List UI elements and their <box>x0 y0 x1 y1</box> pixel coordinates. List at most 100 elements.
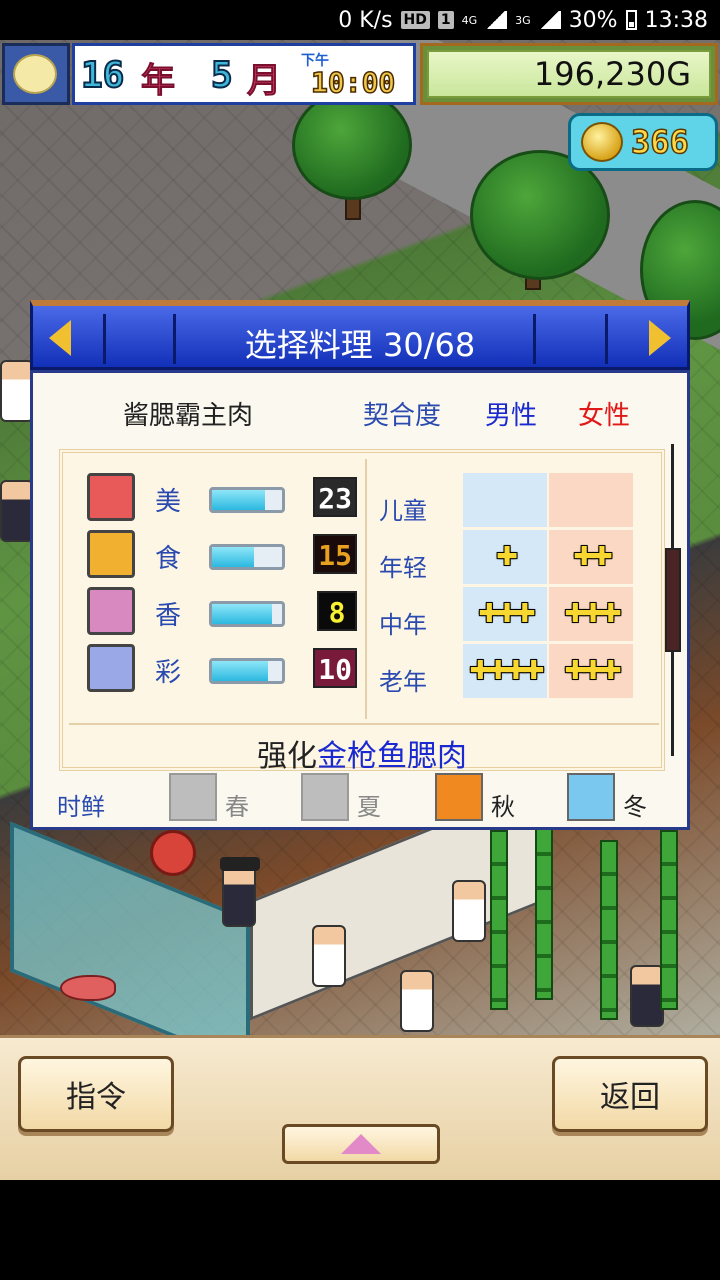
coin-icon <box>581 122 623 162</box>
bottom-bar: 指令 返回 <box>0 1035 720 1180</box>
medal-counter[interactable]: 366 <box>568 113 718 171</box>
female-rating-young: ✚✚ <box>549 530 633 584</box>
season-name: 夏 <box>357 793 381 821</box>
stat-value: 15 <box>313 534 357 574</box>
male-rating-child <box>463 473 547 527</box>
dialog-title: 选择料理 30/68 <box>244 326 476 364</box>
color-sparkle-icon <box>87 644 135 692</box>
year-number: 16 <box>80 54 125 97</box>
customer-sprite[interactable] <box>0 360 34 422</box>
male-rating-elder: ✚✚✚✚ <box>463 644 547 698</box>
stat-bar <box>209 658 285 684</box>
bamboo <box>600 840 618 1020</box>
female-column-label: 女性 <box>578 401 631 431</box>
chef-sprite[interactable] <box>452 880 486 942</box>
age-label-young: 年轻 <box>379 554 427 582</box>
stat-value: 10 <box>313 648 357 688</box>
maple-leaf-icon <box>435 773 483 821</box>
net-4g-label: 4G <box>461 13 478 27</box>
stat-label: 香 <box>155 601 182 631</box>
female-rating-child <box>549 473 633 527</box>
moon-icon <box>13 54 57 94</box>
fish-sprite <box>60 975 116 1001</box>
calendar-panel: 16 年 5 月 下午 10:00 <box>72 43 416 105</box>
up-arrow-icon <box>341 1134 381 1154</box>
season-name: 冬 <box>623 793 647 821</box>
customer-sprite[interactable] <box>220 857 260 927</box>
summer-cloud-icon <box>301 773 349 821</box>
season-spring: 春 <box>169 773 289 825</box>
stat-value: 23 <box>313 477 357 517</box>
season-autumn: 秋 <box>435 773 555 825</box>
stat-row-aroma: 香 8 <box>87 587 357 637</box>
time-of-day-indicator <box>2 43 70 105</box>
female-rating-middle: ✚✚✚ <box>549 587 633 641</box>
money-value: 196,230G <box>427 50 711 98</box>
lantern <box>150 830 196 876</box>
stat-row-color: 彩 10 <box>87 644 357 694</box>
enhance-prefix: 强化 <box>257 739 317 774</box>
customer-sprite[interactable] <box>0 480 34 542</box>
male-rating-young: ✚ <box>463 530 547 584</box>
month-unit: 月 <box>247 61 282 102</box>
coin-value: 366 <box>630 122 689 162</box>
season-name: 春 <box>225 793 249 821</box>
year-unit: 年 <box>141 61 176 102</box>
taste-icon <box>87 530 135 578</box>
dialog-header: 选择料理 30/68 <box>30 300 690 370</box>
game-clock: 10:00 <box>310 65 396 100</box>
fish-tank <box>10 821 250 1035</box>
male-column-label: 男性 <box>485 401 538 431</box>
stat-bar <box>209 487 285 513</box>
game-screen: 0 K/s HD 1 4G 3G 30% 13:38 16 年 5 月 下午 1… <box>0 0 720 1280</box>
customer-sprite[interactable] <box>312 925 346 987</box>
bamboo <box>490 830 508 1010</box>
staff-sprite[interactable] <box>630 965 664 1027</box>
navigation-area <box>0 1180 720 1280</box>
back-button[interactable]: 返回 <box>552 1056 708 1132</box>
in-season-label: 时鲜 <box>57 793 105 821</box>
snowflake-icon <box>567 773 615 821</box>
season-row: 时鲜 春 夏 秋 冬 <box>53 773 673 829</box>
age-label-elder: 老年 <box>379 668 427 696</box>
enhance-text: 强化金枪鱼腮肉 <box>63 731 661 775</box>
stat-bar <box>209 601 285 627</box>
season-summer: 夏 <box>301 773 421 825</box>
beauty-icon <box>87 473 135 521</box>
male-rating-middle: ✚✚✚ <box>463 587 547 641</box>
dialog-scrollbar[interactable] <box>665 444 681 756</box>
bamboo <box>535 820 553 1000</box>
stat-value: 8 <box>317 591 357 631</box>
signal-icon <box>485 11 508 29</box>
battery-icon <box>625 10 637 30</box>
month-number: 5 <box>210 54 234 97</box>
stat-label: 彩 <box>155 658 182 688</box>
money-panel: 196,230G <box>420 43 718 105</box>
enhance-ingredient: 金枪鱼腮肉 <box>317 739 467 774</box>
status-bar: 0 K/s HD 1 4G 3G 30% 13:38 <box>0 0 720 40</box>
dish-name: 酱腮霸主肉 <box>123 401 254 431</box>
age-label-child: 儿童 <box>379 497 427 525</box>
tree <box>292 90 412 200</box>
female-rating-elder: ✚✚✚ <box>549 644 633 698</box>
dish-stats-panel: 美 23 食 15 香 8 彩 10 儿童 年轻 ✚ ✚✚ 中年 ✚✚✚ ✚✚✚… <box>59 449 665 774</box>
signal-icon <box>538 11 561 29</box>
stat-row-taste: 食 15 <box>87 530 357 580</box>
compatibility-label: 契合度 <box>363 401 442 431</box>
customer-sprite[interactable] <box>400 970 434 1032</box>
scroll-thumb[interactable] <box>665 548 681 652</box>
spring-flower-icon <box>169 773 217 821</box>
season-winter: 冬 <box>567 773 687 825</box>
next-dish-arrow-icon[interactable] <box>649 320 671 356</box>
stat-bar <box>209 544 285 570</box>
bamboo <box>660 830 678 1010</box>
stat-label: 食 <box>155 544 182 574</box>
expand-menu-button[interactable] <box>282 1124 440 1164</box>
command-button[interactable]: 指令 <box>18 1056 174 1132</box>
stat-row-beauty: 美 23 <box>87 473 357 523</box>
sim-badge: 1 <box>437 11 454 29</box>
age-label-middle: 中年 <box>379 611 427 639</box>
network-speed: 0 K/s <box>338 7 393 33</box>
season-name: 秋 <box>491 793 515 821</box>
battery-percent: 30% <box>568 7 618 33</box>
